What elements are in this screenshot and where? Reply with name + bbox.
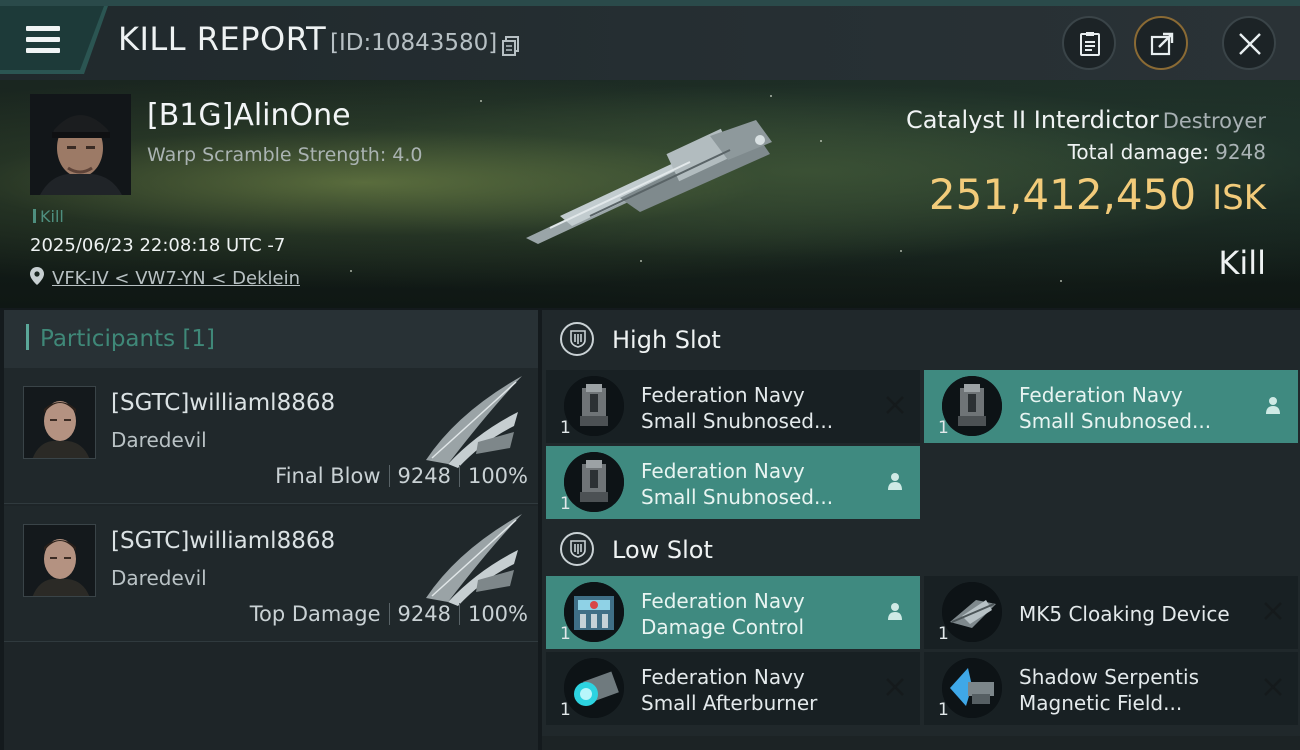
result-label: Kill: [1218, 244, 1266, 282]
module-item[interactable]: 1 Federation Navy Damage Control: [546, 576, 920, 649]
module-name: Federation Navy Damage Control: [641, 589, 805, 639]
participant-damage: 9248: [397, 464, 451, 488]
copy-icon[interactable]: [502, 36, 520, 56]
participant-stats: Final Blow 9248 100%: [275, 464, 528, 488]
menu-icon: [26, 26, 60, 54]
kill-tag: Kill: [33, 207, 64, 226]
participants-title: Participants [1]: [40, 326, 216, 352]
location-pin-icon: [30, 267, 44, 285]
participant-ship-image: [418, 510, 528, 610]
total-damage: Total damage: 9248: [1067, 140, 1266, 164]
fitting-panel: High Slot 1 Federation Navy Small Snubnos…: [542, 310, 1300, 750]
module-item[interactable]: 1 MK5 Cloaking Device: [924, 576, 1298, 649]
high-slot-header: High Slot: [542, 310, 1300, 368]
participant-percent: 100%: [467, 464, 528, 488]
participant-role: Final Blow: [275, 464, 381, 488]
destroyed-x-icon: [884, 394, 906, 416]
dropped-person-icon: [884, 470, 906, 492]
participants-count: [1]: [182, 326, 216, 352]
menu-button[interactable]: [0, 6, 108, 74]
participant-name[interactable]: [SGTC]williaml8868: [111, 528, 335, 554]
damage-control-icon: [564, 582, 624, 642]
blaster-icon: [564, 376, 624, 436]
module-name: Federation Navy Small Afterburner: [641, 665, 818, 715]
clipboard-icon: [1080, 32, 1100, 56]
close-button[interactable]: [1222, 16, 1276, 70]
module-name: Shadow Serpentis Magnetic Field...: [1019, 665, 1199, 715]
high-slot-icon: [560, 322, 594, 356]
module-item[interactable]: 1 Federation Navy Small Snubnosed...: [924, 370, 1298, 443]
low-slot-label: Low Slot: [612, 536, 713, 564]
location-link[interactable]: VFK-IV < VW7-YN < Deklein: [52, 268, 300, 289]
ship-class: Destroyer: [1162, 109, 1266, 133]
module-name: Federation Navy Small Snubnosed...: [641, 459, 834, 509]
kill-datetime: 2025/06/23 22:08:18 UTC -7: [30, 235, 286, 256]
magnetic-field-stabilizer-icon: [942, 658, 1002, 718]
module-name: Federation Navy Small Snubnosed...: [1019, 383, 1212, 433]
participant-damage: 9248: [397, 602, 451, 626]
module-item[interactable]: 1 Federation Navy Small Afterburner: [546, 652, 920, 725]
module-item[interactable]: 1 Shadow Serpentis Magnetic Field...: [924, 652, 1298, 725]
participant-ship-image: [418, 372, 528, 472]
participant-name[interactable]: [SGTC]williaml8868: [111, 390, 335, 416]
participant-row[interactable]: [SGTC]williaml8868 Daredevil Top Damage 9…: [4, 506, 538, 642]
participant-stats: Top Damage 9248 100%: [250, 602, 528, 626]
module-name: Federation Navy Small Snubnosed...: [641, 383, 834, 433]
participant-avatar: [23, 524, 96, 597]
afterburner-icon: [564, 658, 624, 718]
cloaking-device-icon: [942, 582, 1002, 642]
next-slot-header-partial: [542, 736, 1300, 750]
dropped-person-icon: [1262, 394, 1284, 416]
victim-name[interactable]: [B1G]AlinOne: [147, 98, 351, 133]
participant-ship: Daredevil: [111, 428, 207, 452]
participant-avatar: [23, 386, 96, 459]
participant-role: Top Damage: [249, 602, 381, 626]
destroyed-x-icon: [1262, 676, 1284, 698]
total-damage-value: 9248: [1215, 140, 1266, 164]
participant-ship: Daredevil: [111, 566, 207, 590]
share-button[interactable]: [1134, 16, 1188, 70]
share-icon: [1150, 32, 1174, 56]
destroyed-x-icon: [1262, 600, 1284, 622]
low-slot-header: Low Slot: [542, 520, 1300, 578]
report-id: [ID:10843580]: [330, 30, 498, 56]
close-icon: [1239, 33, 1261, 55]
blaster-icon: [564, 452, 624, 512]
victim-summary: [B1G]AlinOne Warp Scramble Strength: 4.0…: [0, 80, 1300, 308]
module-name: MK5 Cloaking Device: [1019, 602, 1230, 626]
warp-scramble-strength: Warp Scramble Strength: 4.0: [147, 144, 423, 166]
low-slot-icon: [560, 532, 594, 566]
dropped-person-icon: [884, 600, 906, 622]
participant-percent: 100%: [467, 602, 528, 626]
isk-unit: ISK: [1212, 178, 1266, 218]
clipboard-button[interactable]: [1062, 16, 1116, 70]
participants-header[interactable]: Participants [1]: [4, 310, 538, 368]
victim-portrait[interactable]: [30, 94, 131, 195]
isk-value: 251,412,450 ISK: [928, 170, 1266, 219]
participants-panel: Participants [1] [SGTC]williaml8868 Dare…: [4, 310, 538, 750]
blaster-icon: [942, 376, 1002, 436]
high-slot-label: High Slot: [612, 326, 721, 354]
module-item[interactable]: 1 Federation Navy Small Snubnosed...: [546, 370, 920, 443]
destroyed-x-icon: [884, 676, 906, 698]
participant-row[interactable]: [SGTC]williaml8868 Daredevil Final Blow 9…: [4, 368, 538, 504]
module-item[interactable]: 1 Federation Navy Small Snubnosed...: [546, 446, 920, 519]
destroyed-ship-image: [520, 120, 780, 250]
ship-name: Catalyst II Interdictor Destroyer: [905, 106, 1266, 134]
page-title: KILL REPORT: [118, 20, 327, 58]
